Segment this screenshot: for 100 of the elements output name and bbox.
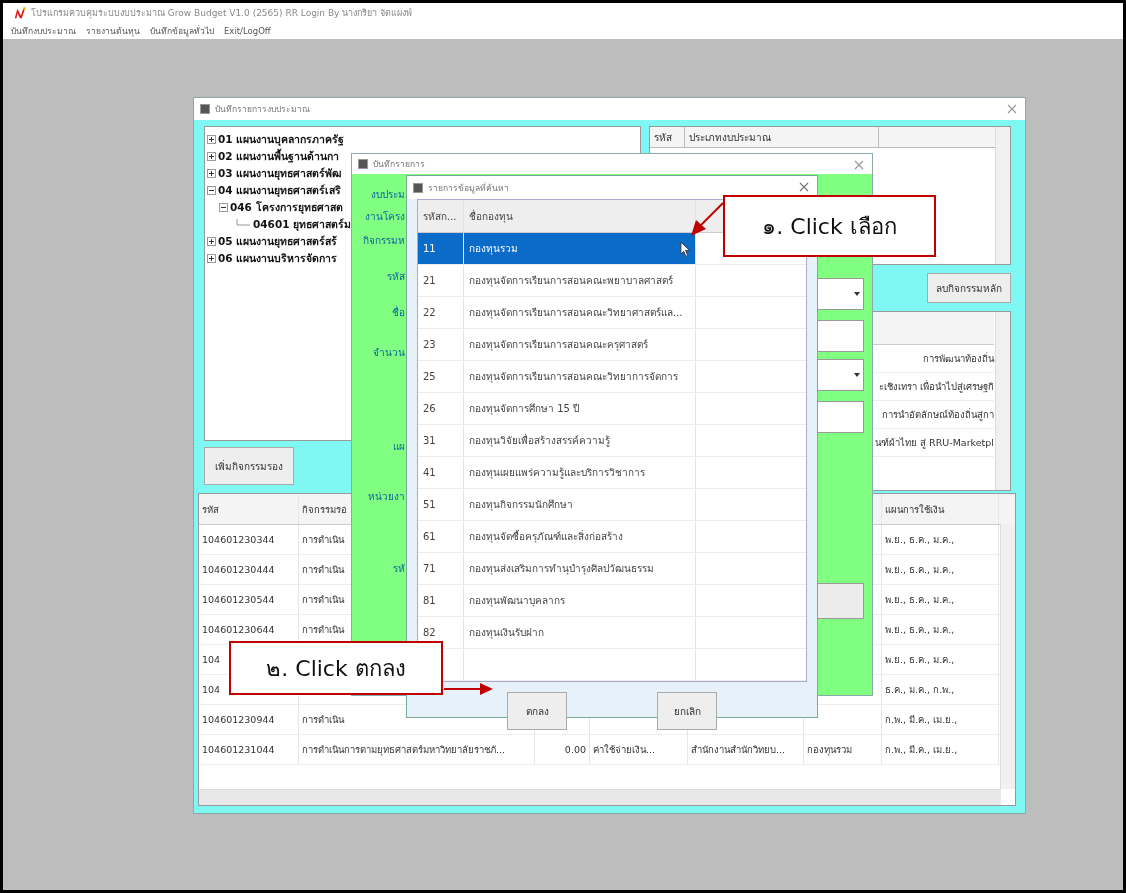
table-cell-text: ก.พ., มี.ค., เม.ย., <box>885 713 958 727</box>
dialog-button[interactable]: ตกลง <box>507 692 567 730</box>
table-cell-text: พ.ย., ธ.ค., ม.ค., <box>885 623 955 637</box>
list-item[interactable]: การพัฒนาท้องถิ่น <box>923 351 994 366</box>
table-cell: 26 <box>423 403 436 414</box>
table-cell: 25 <box>423 371 436 382</box>
field-label: รหัส <box>387 270 405 284</box>
tree-item[interactable]: 02 แผนงานพื้นฐานด้านกา <box>218 148 340 165</box>
table-cell: 23 <box>423 339 436 350</box>
table-cell: 0.00 <box>564 744 586 755</box>
tree-item[interactable]: 04 แผนงานยุทธศาสตร์เสริ <box>218 182 342 199</box>
menu-item[interactable]: Exit/LogOff <box>224 26 271 36</box>
column-header[interactable]: ประเภทงบประมาณ <box>685 127 879 147</box>
window-title: โปรแกรมควบคุมระบบงบประมาณ Grow Budget V1.0 (2565) RR Login By นางกริยา จัดแผงพ์ <box>31 7 413 20</box>
table-cell: 104601230344 <box>202 534 275 545</box>
field-label: จำนวน <box>373 346 405 360</box>
table-cell: 104601230444 <box>202 564 275 575</box>
column-header[interactable]: แผนการใช้เงิน <box>882 494 999 524</box>
table-row[interactable]: 31 กองทุนวิจัยเพื่อสร้างสรรค์ความรู้ <box>418 425 806 457</box>
table-cell-text: พ.ย., ธ.ค., ม.ค., <box>885 593 955 607</box>
form-title: บันทึกรายการงบประมาณ <box>215 103 310 116</box>
table-row[interactable]: 51 กองทุนกิจกรรมนักศึกษา <box>418 489 806 521</box>
menu-item[interactable]: บันทึกข้อมูลทั่วไป <box>150 24 214 38</box>
tree-item[interactable]: 046 โครงการยุทธศาสต <box>230 199 343 216</box>
table-cell: 104 <box>202 684 221 695</box>
list-item[interactable]: การนำอัตลักษณ์ท้องถิ่นสู่กา <box>882 407 994 422</box>
table-row[interactable]: 21 กองทุนจัดการเรียนการสอนคณะพยาบาลศาสตร์ <box>418 265 806 297</box>
table-cell-text: กองทุนเงินรับฝาก <box>469 626 544 640</box>
field-label: รหั <box>393 562 405 576</box>
field-label: กิจกรรมห <box>363 234 405 248</box>
table-cell: 82 <box>423 627 436 638</box>
field-label: หน่วยงา <box>368 490 405 504</box>
table-cell: กองทุนจัดซื้อครุภัณฑ์และสิ่งก่อสร้าง <box>469 529 623 544</box>
table-cell: 21 <box>423 275 436 286</box>
table-cell-text: กองทุนรวม <box>807 743 852 757</box>
tree-item[interactable]: 06 แผนงานบริหารจัดการ <box>218 250 338 267</box>
table-cell-text: การดำเนิน <box>302 713 344 727</box>
table-cell: 104601230944 <box>202 714 275 725</box>
table-cell-text: การดำเนิน <box>302 533 344 547</box>
field-label: งบประม <box>371 188 405 202</box>
table-cell: 104601230644 <box>202 624 275 635</box>
tree-item[interactable]: 01 แผนงานบุคลากรภาครัฐ <box>218 131 345 148</box>
table-row[interactable]: 71 กองทุนส่งเสริมการทำนุบำรุงศิลปวัฒนธรรม <box>418 553 806 585</box>
dialog-button[interactable]: ยกเลิก <box>657 692 717 730</box>
table-cell: 51 <box>423 499 436 510</box>
table-cell-text: กองทุนกิจกรรมนักศึกษา <box>469 498 573 512</box>
menu-item[interactable]: บันทึกงบประมาณ <box>11 24 76 38</box>
tree-item[interactable]: 03 แผนงานยุทธศาสตร์พัฒ <box>218 165 342 182</box>
list-item[interactable]: นฑ์ผ้าไทย สู่ RRU-Marketpl <box>875 435 994 450</box>
tree-item[interactable]: 04601 ยุทธศาสตร์ม <box>253 216 352 233</box>
field-label: แผ <box>393 440 405 454</box>
table-cell: 81 <box>423 595 436 606</box>
table-row[interactable]: 81 กองทุนพัฒนาบุคลากร <box>418 585 806 617</box>
table-cell: 104 <box>202 654 221 665</box>
dialog-title: รายการข้อมูลที่ค้นหา <box>428 181 509 195</box>
table-cell-text: กองทุนรวม <box>469 242 518 256</box>
column-header[interactable]: รหัส <box>650 127 685 147</box>
table-cell-text: ก.พ., มี.ค., เม.ย., <box>885 743 958 757</box>
table-row[interactable]: 23 กองทุนจัดการเรียนการสอนคณะครุศาสตร์ <box>418 329 806 361</box>
table-row[interactable]: 25 กองทุนจัดการเรียนการสอนคณะวิทยาการจัดการ <box>418 361 806 393</box>
add-sub-activity-button[interactable]: เพิ่มกิจกรรมรอง <box>204 447 294 485</box>
table-cell-text: พ.ย., ธ.ค., ม.ค., <box>885 533 955 547</box>
delete-main-activity-button[interactable]: ลบกิจกรรมหลัก <box>927 273 1011 303</box>
table-cell-text: การดำเนิน <box>302 623 344 637</box>
table-cell-text: การดำเนิน <box>302 563 344 577</box>
table-cell-text: พ.ย., ธ.ค., ม.ค., <box>885 653 955 667</box>
table-cell-text: การดำเนินการตามยุทธศาสตร์มหาวิทยาลัยราชภั... <box>302 743 506 757</box>
field-label: ชื่อ <box>392 306 405 320</box>
table-cell-text: กองทุนพัฒนาบุคลากร <box>469 594 565 608</box>
table-cell-text: กองทุนจัดการเรียนการสอนคณะครุศาสตร์ <box>469 338 648 352</box>
table-cell-text: กองทุนจัดการเรียนการสอนคณะวิทยาศาสตร์แล... <box>469 306 683 320</box>
callout-text: ๒. Click ตกลง <box>266 654 406 683</box>
table-cell-text: ธ.ค., ม.ค., ก.พ., <box>885 683 955 697</box>
list-item[interactable]: ะเชิงเทรา เพื่อนำไปสู่เศรษฐกิ <box>878 379 994 394</box>
table-cell-text: กองทุนจัดการเรียนการสอนคณะพยาบาลศาสตร์ <box>469 274 673 288</box>
table-cell-text: กองทุนเผยแพร่ความรู้และบริการวิชาการ <box>469 466 645 480</box>
menu-item[interactable]: รายงานต้นทุน <box>86 24 140 38</box>
table-cell-text: การดำเนิน <box>302 593 344 607</box>
table-cell: กองทุนวิจัยเพื่อสร้างสรรค์ความรู้ <box>469 433 610 448</box>
table-cell: 71 <box>423 563 436 574</box>
column-header[interactable]: รหัส <box>199 494 299 524</box>
table-cell: 31 <box>423 435 436 446</box>
table-cell: 41 <box>423 467 436 478</box>
table-cell-text: กองทุนจัดการศึกษา 15 ปี <box>469 402 580 416</box>
table-cell: 104601230544 <box>202 594 275 605</box>
column-header[interactable]: รหัสก... <box>418 200 464 232</box>
table-cell: 11 <box>423 243 436 254</box>
dialog-title: บันทึกรายการ <box>373 158 425 171</box>
table-row[interactable]: 41 กองทุนเผยแพร่ความรู้และบริการวิชาการ <box>418 457 806 489</box>
table-row[interactable]: 22 กองทุนจัดการเรียนการสอนคณะวิทยาศาสตร์แล... <box>418 297 806 329</box>
table-cell: 104601231044 <box>202 744 275 755</box>
table-cell: 22 <box>423 307 436 318</box>
table-row[interactable]: 61 กองทุนจัดซื้อครุภัณฑ์และสิ่งก่อสร้าง <box>418 521 806 553</box>
table-cell-text: กองทุนส่งเสริมการทำนุบำรุงศิลปวัฒนธรรม <box>469 562 654 576</box>
table-cell-text: ค่าใช้จ่ายเงิน... <box>593 743 656 757</box>
field-label: งานโครง <box>365 210 405 224</box>
tree-item[interactable]: 05 แผนงานยุทธศาสตร์สร้ <box>218 233 338 250</box>
table-row[interactable]: 26 กองทุนจัดการศึกษา 15 ปี <box>418 393 806 425</box>
table-cell-text: สำนักงานสำนักวิทยบ... <box>691 743 786 757</box>
table-cell-text: พ.ย., ธ.ค., ม.ค., <box>885 563 955 577</box>
